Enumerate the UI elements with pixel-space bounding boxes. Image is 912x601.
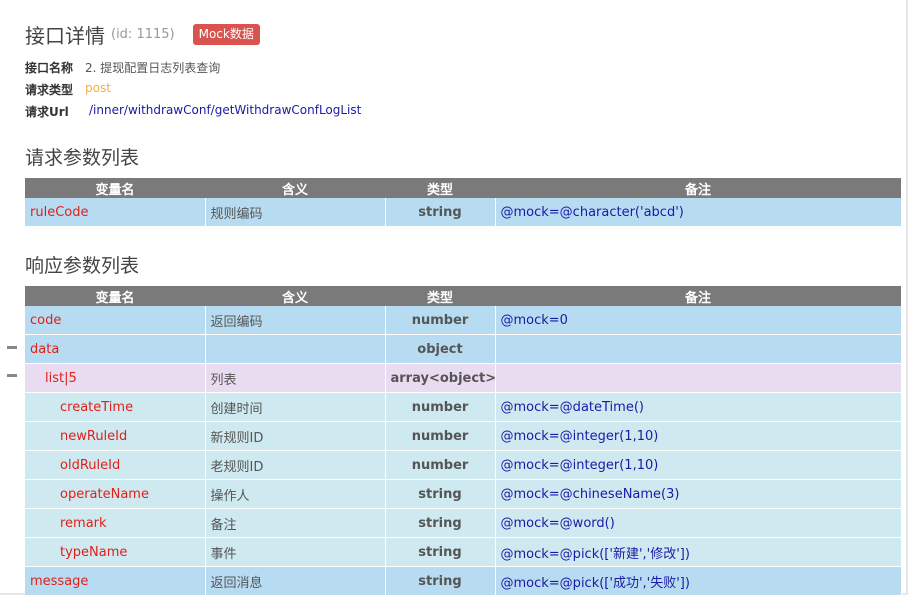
param-name: message bbox=[25, 566, 206, 596]
param-note: @mock=@chineseName(3) bbox=[495, 479, 902, 509]
param-desc: 返回编码 bbox=[205, 306, 386, 335]
param-name: newRuleId bbox=[25, 421, 206, 451]
param-type: string bbox=[385, 198, 496, 227]
api-name-label: 接口名称 bbox=[25, 61, 74, 75]
param-name: oldRuleId bbox=[25, 450, 206, 480]
column-header: 含义 bbox=[205, 178, 385, 198]
request-url-row: 请求Url /inner/withdrawConf/getWithdrawCon… bbox=[25, 103, 361, 120]
param-desc: 列表 bbox=[205, 363, 386, 393]
column-header: 变量名 bbox=[25, 286, 205, 306]
param-desc: 返回消息 bbox=[205, 566, 386, 596]
table-row: createTime 创建时间 number @mock=@dateTime() bbox=[25, 392, 902, 422]
param-name: createTime bbox=[25, 392, 206, 422]
table-row: newRuleId 新规则ID number @mock=@integer(1,… bbox=[25, 421, 902, 451]
column-header: 类型 bbox=[385, 286, 495, 306]
table-header: 变量名 含义 类型 备注 bbox=[25, 178, 901, 198]
column-header: 变量名 bbox=[25, 178, 205, 198]
table-row: message 返回消息 string @mock=@pick(['成功','失… bbox=[25, 566, 902, 596]
param-desc: 备注 bbox=[205, 508, 386, 538]
param-note bbox=[495, 334, 902, 364]
param-type: string bbox=[385, 508, 496, 538]
param-type: string bbox=[385, 479, 496, 509]
param-note bbox=[495, 363, 902, 393]
param-note: @mock=@character('abcd') bbox=[495, 198, 902, 227]
param-note: @mock=@dateTime() bbox=[495, 392, 902, 422]
param-type: number bbox=[385, 392, 496, 422]
table-header: 变量名 含义 类型 备注 bbox=[25, 286, 901, 306]
table-row: typeName 事件 string @mock=@pick(['新建','修改… bbox=[25, 537, 902, 567]
title-row: 接口详情 (id: 1115) Mock数据 bbox=[25, 20, 260, 48]
request-url-label: 请求Url bbox=[25, 105, 69, 119]
param-type: string bbox=[385, 566, 496, 596]
param-note: @mock=@integer(1,10) bbox=[495, 450, 902, 480]
param-note: @mock=@pick(['成功','失败']) bbox=[495, 566, 902, 596]
param-type: string bbox=[385, 537, 496, 567]
param-desc: 规则编码 bbox=[205, 198, 386, 227]
table-row: operateName 操作人 string @mock=@chineseNam… bbox=[25, 479, 902, 509]
param-desc: 事件 bbox=[205, 537, 386, 567]
request-url-value: /inner/withdrawConf/getWithdrawConfLogLi… bbox=[89, 103, 362, 117]
param-desc: 新规则ID bbox=[205, 421, 386, 451]
param-type: number bbox=[385, 306, 496, 335]
request-type-value: post bbox=[85, 81, 111, 95]
param-name: ruleCode bbox=[25, 198, 206, 227]
param-desc: 操作人 bbox=[205, 479, 386, 509]
table-row: code 返回编码 number @mock=0 bbox=[25, 306, 902, 335]
param-desc: 创建时间 bbox=[205, 392, 386, 422]
response-params-table: 变量名 含义 类型 备注 code 返回编码 number @mock=0 da… bbox=[25, 286, 902, 596]
table-row: oldRuleId 老规则ID number @mock=@integer(1,… bbox=[25, 450, 902, 480]
param-note: @mock=@word() bbox=[495, 508, 902, 538]
request-type-label: 请求类型 bbox=[25, 83, 74, 97]
column-header: 备注 bbox=[495, 286, 901, 306]
param-name: list|5 bbox=[25, 363, 206, 393]
param-desc: 老规则ID bbox=[205, 450, 386, 480]
param-note: @mock=@pick(['新建','修改']) bbox=[495, 537, 902, 567]
param-name: remark bbox=[25, 508, 206, 538]
param-note: @mock=0 bbox=[495, 306, 902, 335]
column-header: 类型 bbox=[385, 178, 495, 198]
param-name: data bbox=[25, 334, 206, 364]
table-row: remark 备注 string @mock=@word() bbox=[25, 508, 902, 538]
param-type: number bbox=[385, 421, 496, 451]
column-header: 含义 bbox=[205, 286, 385, 306]
column-header: 备注 bbox=[495, 178, 901, 198]
api-id: (id: 1115) bbox=[111, 26, 175, 42]
param-desc bbox=[205, 334, 386, 364]
page-title: 接口详情 bbox=[25, 23, 105, 48]
param-name: operateName bbox=[25, 479, 206, 509]
collapse-data-icon[interactable] bbox=[7, 346, 17, 349]
table-row: ruleCode 规则编码 string @mock=@character('a… bbox=[25, 198, 902, 227]
param-type: array<object> bbox=[385, 363, 496, 393]
request-type-row: 请求类型 post bbox=[25, 81, 111, 98]
request-params-table: 变量名 含义 类型 备注 ruleCode 规则编码 string @mock=… bbox=[25, 178, 902, 227]
param-type: object bbox=[385, 334, 496, 364]
param-name: typeName bbox=[25, 537, 206, 567]
param-type: number bbox=[385, 450, 496, 480]
mock-data-button[interactable]: Mock数据 bbox=[192, 23, 260, 45]
param-name: code bbox=[25, 306, 206, 335]
collapse-list-icon[interactable] bbox=[7, 374, 17, 377]
table-row: data object bbox=[25, 334, 902, 364]
response-section-title: 响应参数列表 bbox=[25, 255, 140, 277]
table-row: list|5 列表 array<object> bbox=[25, 363, 902, 393]
api-name-value: 2. 提现配置日志列表查询 bbox=[85, 61, 221, 75]
request-section-title: 请求参数列表 bbox=[25, 147, 140, 169]
param-note: @mock=@integer(1,10) bbox=[495, 421, 902, 451]
api-name-row: 接口名称 2. 提现配置日志列表查询 bbox=[25, 59, 220, 76]
